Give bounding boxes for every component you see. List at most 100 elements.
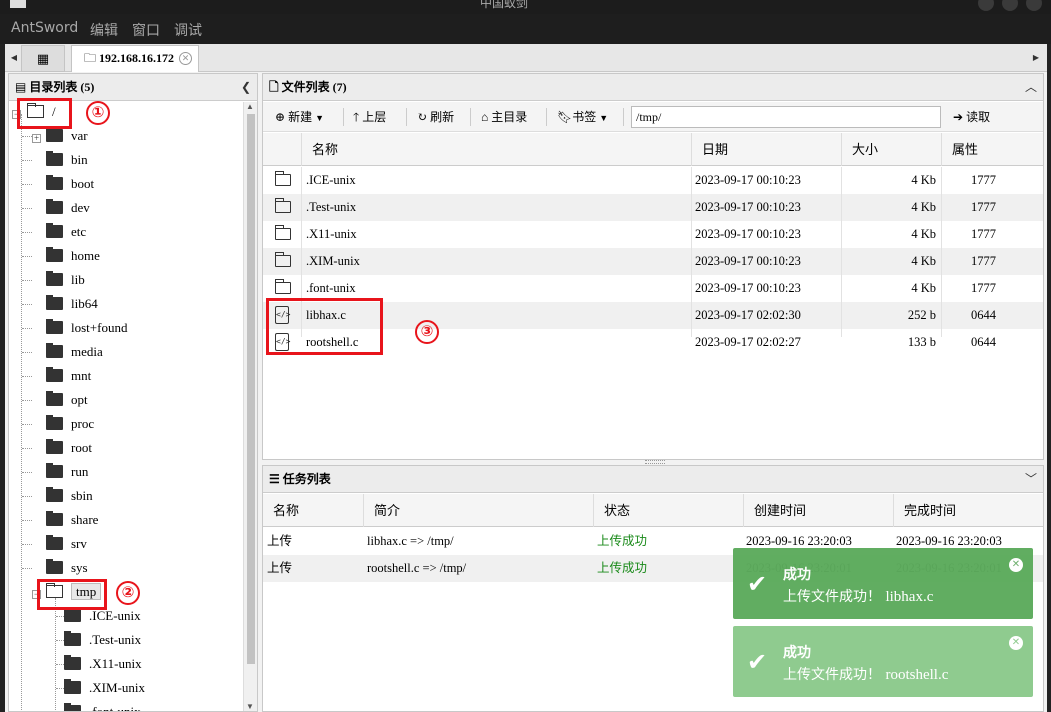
menu-window[interactable]: 窗口 — [132, 20, 160, 40]
tree-node-folder[interactable]: run — [46, 461, 88, 483]
toast-close-icon[interactable]: ✕ — [1009, 636, 1023, 650]
annotation-box-root — [17, 98, 72, 129]
tree-node-folder[interactable]: sys — [46, 557, 88, 579]
col-task-created[interactable]: 创建时间 — [743, 494, 893, 527]
menubar: AntSword 编辑 窗口 调试 — [0, 14, 1051, 44]
tree-node-folder[interactable]: proc — [46, 413, 94, 435]
toast-title: 成功 — [783, 645, 811, 661]
file-row[interactable]: .XIM-unix 2023-09-17 00:10:23 4 Kb 1777 — [263, 248, 1043, 275]
folder-icon — [274, 252, 291, 267]
folder-icon — [46, 223, 63, 238]
file-perm: 1777 — [971, 254, 996, 268]
tree-line — [22, 256, 32, 257]
tree-node-folder[interactable]: mnt — [46, 365, 91, 387]
minimize-button[interactable] — [978, 0, 994, 11]
tree-node-folder[interactable]: home — [46, 245, 100, 267]
file-row[interactable]: .X11-unix 2023-09-17 00:10:23 4 Kb 1777 — [263, 221, 1043, 248]
collapse-down-icon[interactable]: ﹀ — [1025, 466, 1037, 493]
col-task-finished[interactable]: 完成时间 — [893, 494, 1043, 527]
file-row[interactable]: .ICE-unix 2023-09-17 00:10:23 4 Kb 1777 — [263, 167, 1043, 194]
file-perm: 1777 — [971, 173, 996, 187]
close-window-button[interactable] — [1026, 0, 1042, 11]
menu-debug[interactable]: 调试 — [174, 20, 202, 40]
tree-node-folder[interactable]: etc — [46, 221, 86, 243]
tree-node-folder[interactable]: bin — [46, 149, 88, 171]
grid-icon: ▦ — [36, 51, 50, 66]
tree-node-label: srv — [71, 536, 87, 551]
file-panel-header: 🗋 文件列表 (7) ︿ — [263, 74, 1043, 101]
task-name: 上传 — [267, 534, 293, 548]
folder-icon — [64, 655, 81, 670]
tree-node-folder[interactable]: lib — [46, 269, 85, 291]
file-row[interactable]: .Test-unix 2023-09-17 00:10:23 4 Kb 1777 — [263, 194, 1043, 221]
collapse-up-icon[interactable]: ︿ — [1025, 74, 1037, 101]
file-date: 2023-09-17 00:10:23 — [695, 254, 801, 268]
file-panel-title: 文件列表 (7) — [281, 80, 347, 94]
tree-node-folder[interactable]: lost+found — [46, 317, 127, 339]
folder-icon — [46, 415, 63, 430]
toast-close-icon[interactable]: ✕ — [1009, 558, 1023, 572]
toast-message: 上传文件成功！ libhax.c — [783, 586, 933, 606]
tree-node-folder[interactable]: .Test-unix — [64, 629, 141, 651]
home-button[interactable]: ⌂ 主目录 — [475, 106, 533, 128]
file-date: 2023-09-17 02:02:30 — [695, 308, 801, 322]
directory-scrollbar[interactable]: ▲ ▼ — [243, 102, 257, 711]
home-icon: ⌂ — [481, 110, 489, 124]
tree-node-folder[interactable]: .XIM-unix — [64, 677, 145, 699]
new-button[interactable]: ⊕ 新建 ▼ — [269, 106, 330, 128]
file-toolbar: ⊕ 新建 ▼ 🡑 上层 ↻ 刷新 ⌂ 主目录 🔖︎书签 ▼ /tmp/ ➔ 读取 — [263, 102, 1043, 132]
folder-icon — [46, 247, 63, 262]
tree-node-folder[interactable]: srv — [46, 533, 87, 555]
col-date[interactable]: 日期 — [691, 133, 841, 166]
tree-expand-var[interactable]: + — [32, 134, 41, 143]
menu-edit[interactable]: 编辑 — [90, 20, 118, 40]
col-task-desc[interactable]: 简介 — [363, 494, 593, 527]
col-name[interactable]: 名称 — [301, 133, 691, 166]
toast-success-libhax: ✔ 成功 上传文件成功！ libhax.c ✕ — [733, 548, 1033, 619]
refresh-button[interactable]: ↻ 刷新 — [411, 106, 460, 128]
folder-icon: 🗀 — [84, 51, 97, 65]
tree-node-label: home — [71, 248, 100, 263]
task-panel-header: ☰ 任务列表 ﹀ — [263, 466, 1043, 493]
col-task-status[interactable]: 状态 — [593, 494, 743, 527]
tree-line — [55, 598, 56, 711]
col-size[interactable]: 大小 — [841, 133, 941, 166]
tree-node-folder[interactable]: share — [46, 509, 98, 531]
col-perm[interactable]: 属性 — [941, 133, 1041, 166]
folder-icon — [46, 463, 63, 478]
folder-icon — [46, 535, 63, 550]
scrollbar-thumb[interactable] — [247, 114, 255, 664]
tree-node-label: proc — [71, 416, 95, 431]
task-grid-header: 名称 简介 状态 创建时间 完成时间 — [263, 494, 1043, 527]
folder-icon — [46, 343, 63, 358]
tab-home[interactable]: ▦ — [21, 45, 65, 72]
tree-node-folder[interactable]: boot — [46, 173, 94, 195]
tree-line — [22, 496, 32, 497]
tree-node-folder[interactable]: dev — [46, 197, 90, 219]
scroll-up-icon[interactable]: ▲ — [246, 102, 254, 111]
tree-node-folder[interactable]: root — [46, 437, 92, 459]
tree-node-folder[interactable]: opt — [46, 389, 88, 411]
maximize-button[interactable] — [1002, 0, 1018, 11]
folder-icon — [46, 559, 63, 574]
toolbar-divider — [343, 108, 344, 126]
col-task-name[interactable]: 名称 — [263, 494, 363, 527]
tab-scroll-left-icon[interactable]: ◀ — [7, 44, 21, 72]
tree-node-folder[interactable]: .X11-unix — [64, 653, 142, 675]
read-button[interactable]: ➔ 读取 — [947, 106, 996, 128]
tab-scroll-right-icon[interactable]: ▶ — [1029, 44, 1043, 72]
tree-node-folder[interactable]: media — [46, 341, 103, 363]
scroll-down-icon[interactable]: ▼ — [246, 702, 254, 711]
close-tab-icon[interactable]: ✕ — [179, 52, 192, 65]
collapse-left-icon[interactable]: ❮ — [241, 74, 251, 101]
file-grid: 名称 日期 大小 属性 .ICE-unix 2023-09-17 00:10:23… — [263, 133, 1043, 459]
up-button[interactable]: 🡑 上层 — [347, 106, 392, 128]
tree-node-folder[interactable]: .font-unix — [64, 701, 141, 711]
menu-app[interactable]: AntSword — [11, 20, 78, 36]
bookmark-button[interactable]: 🔖︎书签 ▼ — [551, 106, 614, 128]
panel-resize-handle[interactable] — [645, 460, 665, 464]
tree-node-folder[interactable]: lib64 — [46, 293, 98, 315]
tree-node-folder[interactable]: sbin — [46, 485, 93, 507]
tab-host[interactable]: 🗀 192.168.16.172 ✕ — [71, 45, 199, 72]
path-input[interactable]: /tmp/ — [631, 106, 941, 128]
